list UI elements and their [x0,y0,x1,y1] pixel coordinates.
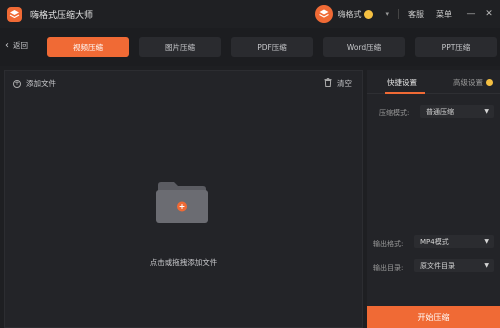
output-dir-select[interactable]: 原文件目录 ▼ [414,259,494,272]
caret-down-icon: ▼ [484,262,489,269]
folder-add-icon[interactable] [156,181,208,223]
compress-mode-label: 压缩模式: [379,109,410,117]
active-tab-indicator [385,92,425,94]
minimize-icon[interactable]: — [464,9,478,19]
tab-word-compress[interactable]: Word压缩 [323,37,405,57]
tab-video-compress[interactable]: 视频压缩 [47,37,129,57]
file-toolbar: + 添加文件 清空 [5,71,362,95]
close-icon[interactable]: ✕ [482,9,496,19]
tab-quick-settings[interactable]: 快捷设置 [387,77,417,88]
output-dir-value: 原文件目录 [420,261,455,270]
output-dir-label: 输出目录: [373,264,404,272]
tab-pdf-compress[interactable]: PDF压缩 [231,37,313,57]
add-file-button[interactable]: + 添加文件 [13,78,56,89]
back-button[interactable]: ‹ 返回 [5,40,28,51]
title-right-controls: 嗨格式 ▾ 客服 菜单 — ✕ [315,0,500,28]
user-avatar-icon[interactable] [315,5,334,23]
file-panel: + 添加文件 清空 点击或拖拽添加文件 [4,70,363,328]
tab-ppt-compress[interactable]: PPT压缩 [415,37,497,57]
clear-label: 清空 [337,79,352,88]
user-name[interactable]: 嗨格式 [337,9,361,20]
add-circle-icon: + [13,79,21,88]
compress-mode-value: 普通压缩 [426,107,454,116]
settings-panel: 快捷设置 高级设置 压缩模式: 普通压缩 ▼ 输出格式: MP4模式 ▼ 输出目… [367,70,500,328]
start-compress-button[interactable]: 开始压缩 [367,306,500,328]
output-format-value: MP4模式 [420,237,449,246]
chevron-down-icon[interactable]: ▾ [385,10,389,18]
app-logo-icon [7,6,22,22]
app-title: 嗨格式压缩大师 [30,10,94,21]
compress-mode-select[interactable]: 普通压缩 ▼ [420,105,494,118]
caret-down-icon: ▼ [484,238,489,245]
trash-icon [324,78,332,89]
vip-badge-icon [486,79,493,86]
drop-hint: 点击或拖拽添加文件 [149,258,218,267]
add-file-label: 添加文件 [26,79,56,88]
back-chevron-icon: ‹ [5,39,9,51]
tab-image-compress[interactable]: 图片压缩 [139,37,221,57]
clear-button[interactable]: 清空 [324,78,352,89]
advanced-settings-label: 高级设置 [453,78,483,87]
back-label: 返回 [13,41,28,50]
title-bar: 嗨格式压缩大师 嗨格式 ▾ 客服 菜单 — ✕ [0,0,500,28]
tab-bar: ‹ 返回 视频压缩 图片压缩 PDF压缩 Word压缩 PPT压缩 [0,28,500,66]
support-link[interactable]: 客服 [408,9,424,20]
tab-advanced-settings[interactable]: 高级设置 [453,77,493,88]
settings-tabs: 快捷设置 高级设置 [367,70,500,94]
output-format-label: 输出格式: [373,240,404,248]
output-format-select[interactable]: MP4模式 ▼ [414,235,494,248]
divider [398,9,399,19]
vip-badge-icon [364,9,374,19]
caret-down-icon: ▼ [484,108,489,115]
menu-link[interactable]: 菜单 [436,9,452,20]
drop-zone[interactable]: 点击或拖拽添加文件 [5,95,362,328]
